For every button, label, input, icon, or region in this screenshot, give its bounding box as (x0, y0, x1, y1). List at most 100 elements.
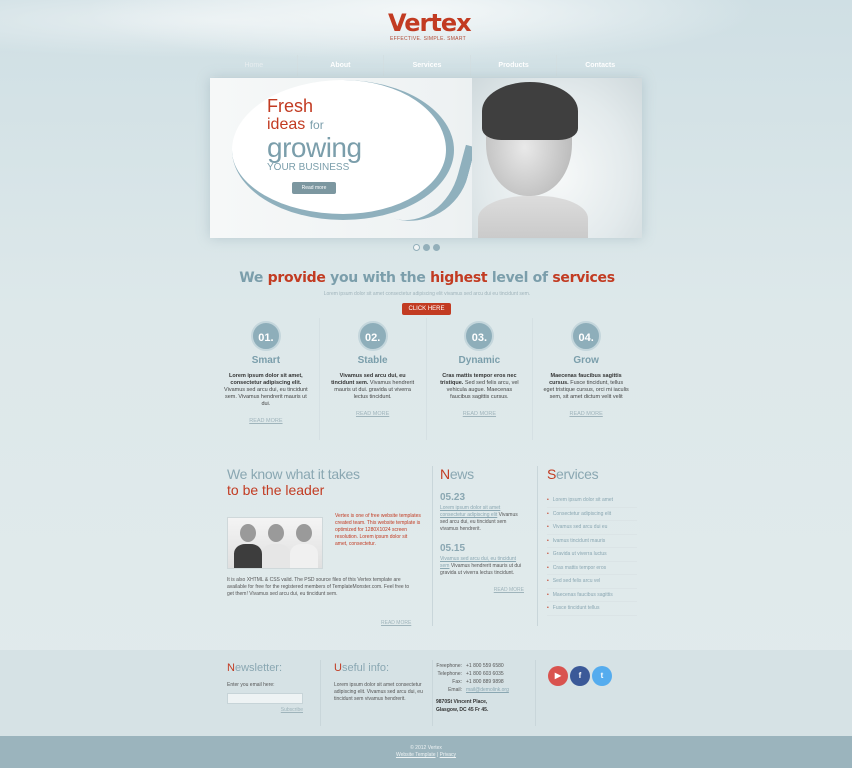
newsletter-title-rest: ewsletter: (234, 662, 283, 674)
services-list-item[interactable]: Maecenas faucibus sagittis (547, 589, 637, 602)
youtube-icon[interactable]: ▶ (548, 666, 568, 686)
slide-ideas-word: ideas (267, 116, 306, 133)
features-row: 01. Smart Lorem ipsum dolor sit amet, co… (213, 318, 639, 440)
feature-title: Grow (573, 355, 599, 366)
services-title: Services (547, 466, 637, 482)
contact-value: +1 800 889 9898 (466, 679, 504, 685)
nav-services[interactable]: Services (384, 55, 471, 76)
nav-about[interactable]: About (298, 55, 385, 76)
click-here-button[interactable]: CLICK HERE (402, 303, 451, 315)
about-title-line2: to be the leader (227, 482, 325, 498)
twitter-icon[interactable]: t (592, 666, 612, 686)
slide-read-more-button[interactable]: Read more (292, 182, 336, 194)
about-side-text: Vertex is one of free website templates … (335, 513, 421, 547)
copyright-text: © 2012 Vertex (410, 745, 442, 751)
logo-wordmark: Vertex (388, 9, 472, 37)
footer-info: Newsletter: Enter you email here: Subscr… (0, 650, 852, 736)
contact-row: Telephone: +1 800 603 6035 (436, 670, 532, 678)
website-template-link[interactable]: Website Template (396, 752, 436, 758)
feature-number-badge: 03. (464, 321, 495, 351)
useful-info-text: Lorem ipsum dolor sit amet consectetur a… (334, 682, 423, 702)
feature-text: Maecenas faucibus sagittis cursus. Fusce… (543, 373, 629, 401)
headline-part-red: highest (430, 270, 488, 286)
footer-link-separator: | (436, 752, 439, 758)
social-links: ▶ f t (548, 666, 612, 686)
services-list-item[interactable]: Cras mattis tempor eros (547, 562, 637, 575)
contact-label: Fax: (452, 679, 462, 685)
privacy-link[interactable]: Privacy (440, 752, 456, 758)
feature-text-body: Vivamus sed arcu dui, eu tincidunt sem. … (224, 387, 308, 407)
useful-title-cap: U (334, 662, 342, 674)
facebook-icon[interactable]: f (570, 666, 590, 686)
contact-label: Telephone: (437, 671, 462, 677)
slider-dot-1[interactable] (413, 244, 420, 251)
contacts-block: Freephone: +1 800 559 6580 Telephone: +1 8… (436, 662, 532, 714)
feature-read-more-link[interactable]: READ MORE (533, 411, 639, 417)
footer-divider (432, 660, 433, 726)
feature-number-badge: 04. (571, 321, 602, 351)
contact-row: Freephone: +1 800 559 6580 (436, 662, 532, 670)
feature-title: Stable (357, 355, 388, 366)
footer-divider (320, 660, 321, 726)
headline-part: you with the (330, 270, 426, 286)
services-list-item[interactable]: Gravida ut viverra luctus (547, 548, 637, 562)
feature-read-more-link[interactable]: READ MORE (427, 411, 533, 417)
news-title-rest: ews (449, 466, 474, 482)
newsletter-title-cap: N (227, 662, 235, 674)
logo[interactable]: Vertex EFFECTIVE. SIMPLE. SMART (388, 9, 472, 42)
newsletter-email-input[interactable] (227, 693, 303, 704)
nav-products[interactable]: Products (471, 55, 558, 76)
hero-photo-hair (482, 82, 578, 140)
slider-dot-3[interactable] (433, 244, 440, 251)
services-headline: We provide you with the highest level of… (211, 270, 643, 286)
footer-divider (535, 660, 536, 726)
news-item-text: Vivamus hendrerit mauris ut dui gravida … (440, 563, 522, 576)
slider-dot-2[interactable] (423, 244, 430, 251)
newsletter-label: Enter you email here: (227, 682, 275, 688)
news-item-link[interactable]: Lorem ipsum dolor sit amet consectetur a… (440, 505, 500, 518)
feature-stable: 02. Stable Vivamus sed arcu dui, eu tinc… (320, 318, 427, 440)
address-line: 9870St Vincent Place, (436, 699, 488, 705)
feature-read-more-link[interactable]: READ MORE (213, 418, 319, 424)
services-list-item[interactable]: Fusce tincidunt tellus (547, 602, 637, 616)
news-date: 05.15 (440, 543, 466, 554)
news-title-cap: N (440, 466, 450, 482)
column-divider (432, 466, 433, 626)
about-title-line1: We know what it takes (227, 466, 360, 482)
main-nav: Home About Services Products Contacts (211, 55, 643, 77)
services-list-item[interactable]: Vivamus sed arcu dui eu (547, 521, 637, 535)
feature-read-more-link[interactable]: READ MORE (320, 411, 426, 417)
services-list-item[interactable]: Sed sed felis arcu vel (547, 575, 637, 589)
feature-title: Smart (251, 355, 281, 366)
contact-value: +1 800 559 6580 (466, 663, 504, 669)
services-list-item[interactable]: Ivamus tincidunt mauris (547, 535, 637, 548)
services-list-item[interactable]: Lorem ipsum dolor sit amet (547, 494, 637, 508)
about-read-more-link[interactable]: READ MORE (381, 620, 411, 626)
news-item: Lorem ipsum dolor sit amet consectetur a… (440, 505, 524, 533)
footer-links: Website Template | Privacy (0, 752, 852, 759)
contact-label: Freephone: (436, 663, 462, 669)
newsletter-subscribe-link[interactable]: Subscribe (227, 707, 303, 713)
feature-number-badge: 02. (357, 321, 388, 351)
hero-photo-body (478, 196, 588, 238)
services-list-item[interactable]: Consectetur adipiscing elit (547, 508, 637, 521)
footer-bottom: © 2012 Vertex Website Template | Privacy (0, 736, 852, 768)
about-section: We know what it takes to be the leader V… (227, 466, 423, 626)
newsletter-title: Newsletter: (227, 662, 317, 674)
slide-line-growing: growing (267, 132, 362, 163)
contact-value: +1 800 603 6035 (466, 671, 504, 677)
column-divider (537, 466, 538, 626)
hero-slider: Fresh ideas for growing YOUR BUSINESS Re… (210, 78, 642, 238)
team-photo (227, 517, 323, 569)
feature-grow: 04. Grow Maecenas faucibus sagittis curs… (533, 318, 639, 440)
news-title: News (440, 466, 524, 482)
feature-number-badge: 01. (250, 321, 281, 351)
contact-email-link[interactable]: mail@demolink.org (466, 687, 509, 693)
news-read-more-link[interactable]: READ MORE (440, 587, 524, 593)
about-body-text: It is also XHTML & CSS valid. The PSD so… (227, 577, 410, 597)
contact-row: Fax: +1 800 889 9898 (436, 678, 532, 686)
nav-home[interactable]: Home (211, 55, 298, 76)
feature-text: Cras mattis tempor eros nec tristique. S… (436, 373, 522, 401)
team-person-2 (262, 524, 290, 568)
nav-contacts[interactable]: Contacts (557, 55, 643, 76)
